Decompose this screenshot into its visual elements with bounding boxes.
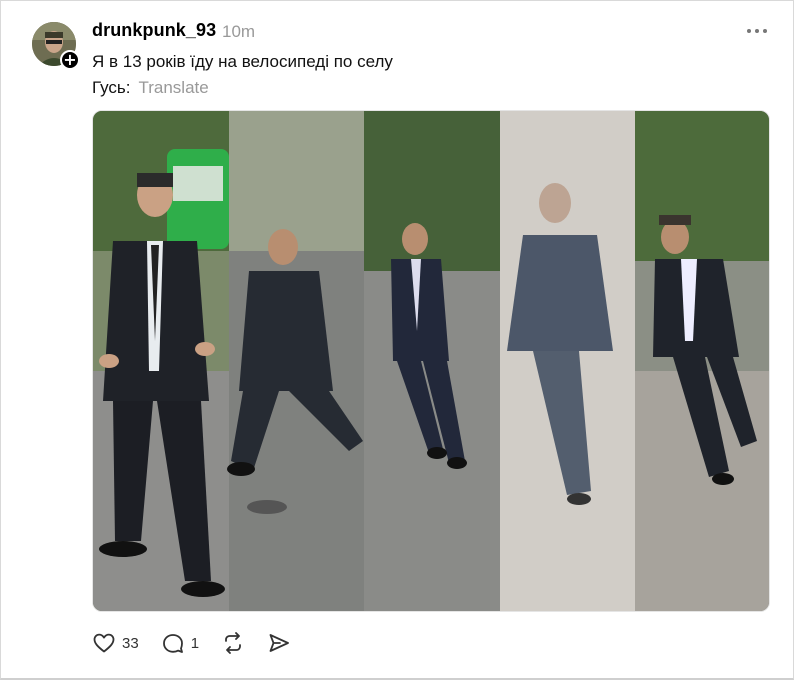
caption-prefix: Гусь:	[92, 78, 131, 97]
post-actions: 33 1	[92, 629, 313, 657]
like-button[interactable]: 33	[92, 631, 139, 655]
repost-icon	[225, 632, 241, 654]
reply-button[interactable]: 1	[161, 631, 199, 655]
avatar[interactable]: +	[32, 22, 80, 70]
image-panel-4	[500, 111, 635, 611]
post-timestamp: 10m	[222, 22, 256, 41]
image-panel-3	[364, 111, 500, 611]
post-image[interactable]	[92, 110, 770, 612]
more-horizontal-icon	[747, 29, 751, 33]
repost-button[interactable]	[221, 631, 245, 655]
send-icon	[269, 634, 289, 652]
follow-plus-icon[interactable]: +	[60, 50, 80, 70]
comment-icon	[162, 634, 183, 653]
translate-link[interactable]: Translate	[138, 78, 208, 97]
like-count: 33	[122, 634, 139, 652]
username[interactable]: drunkpunk_93	[92, 20, 216, 41]
image-panel-2	[227, 111, 364, 611]
heart-icon	[93, 633, 115, 653]
image-panel-5	[635, 111, 769, 611]
post-text: Я в 13 років їду на велосипеді по селу	[92, 52, 393, 71]
post-card: + drunkpunk_93 10m Я в 13 років їду на в…	[0, 0, 794, 680]
caption-row: Гусь: Translate	[92, 78, 209, 98]
reply-count: 1	[190, 634, 200, 652]
share-button[interactable]	[267, 631, 291, 655]
image-panel-1	[93, 111, 229, 611]
more-options-button[interactable]	[742, 19, 772, 43]
